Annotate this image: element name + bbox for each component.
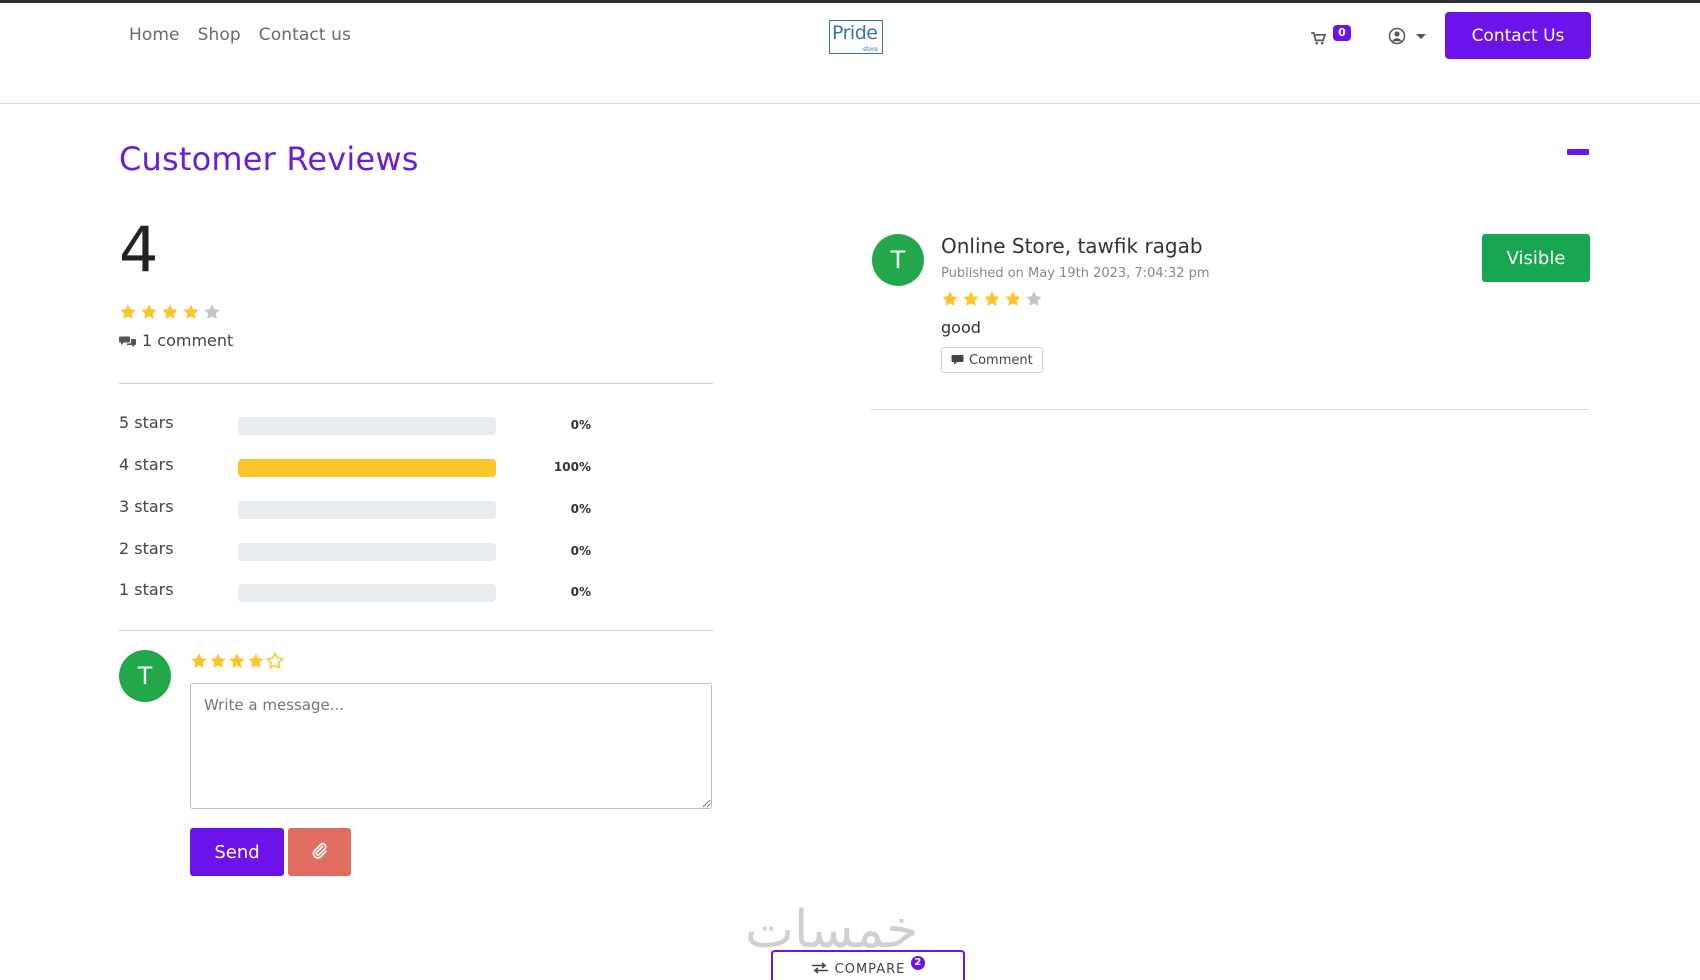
rating-row-label: 5 stars xyxy=(119,413,174,432)
star-filled-icon[interactable] xyxy=(228,652,246,670)
nav-link-contact[interactable]: Contact us xyxy=(259,25,351,45)
cart-button[interactable]: 0 xyxy=(1311,25,1351,49)
star-filled-icon xyxy=(942,291,958,306)
divider xyxy=(871,409,1589,410)
rating-bar-fill xyxy=(238,459,496,477)
rating-row-label: 1 stars xyxy=(119,580,174,599)
review-date: Published on May 19th 2023, 7:04:32 pm xyxy=(941,266,1210,281)
cart-icon xyxy=(1311,32,1326,45)
comment-button[interactable]: Comment xyxy=(941,347,1043,373)
star-empty-icon xyxy=(1026,291,1042,306)
attach-button[interactable] xyxy=(288,828,351,876)
compare-button[interactable]: COMPARE 2 xyxy=(771,950,965,980)
rating-row-label: 4 stars xyxy=(119,455,174,474)
rating-row-label: 2 stars xyxy=(119,539,174,558)
user-circle-icon xyxy=(1388,27,1406,45)
divider xyxy=(119,630,713,631)
rating-row-percent: 0% xyxy=(570,502,591,516)
comment-count-label: 1 comment xyxy=(142,331,234,350)
nav-link-shop[interactable]: Shop xyxy=(198,25,241,45)
comments-icon xyxy=(119,336,136,347)
rating-bar xyxy=(238,501,496,519)
collapse-icon[interactable] xyxy=(1567,149,1589,155)
star-filled-icon[interactable] xyxy=(190,652,208,670)
rating-row-label: 3 stars xyxy=(119,497,174,516)
rating-row: 1 stars 0% xyxy=(119,580,719,602)
nav-link-home[interactable]: Home xyxy=(129,25,180,45)
star-filled-icon xyxy=(963,291,979,306)
chevron-down-icon xyxy=(1416,34,1426,39)
rating-input-stars[interactable] xyxy=(190,652,284,670)
logo-text: Pride xyxy=(832,22,878,44)
review-author: Online Store, tawfik ragab xyxy=(941,234,1203,258)
visibility-toggle-button[interactable]: Visible xyxy=(1482,234,1590,282)
star-filled-icon xyxy=(120,304,136,319)
rating-bar xyxy=(238,543,496,561)
rating-row-percent: 0% xyxy=(570,418,591,432)
average-rating: 4 xyxy=(119,213,159,286)
send-button[interactable]: Send xyxy=(190,828,284,876)
exchange-icon xyxy=(811,962,828,974)
rating-row: 2 stars 0% xyxy=(119,539,719,561)
logo-subtext: store xyxy=(862,46,878,53)
star-empty-icon xyxy=(204,304,220,319)
rating-row-percent: 100% xyxy=(553,460,591,474)
star-filled-icon[interactable] xyxy=(247,652,265,670)
user-menu-dropdown[interactable] xyxy=(1388,26,1428,48)
compare-count-badge: 2 xyxy=(911,956,926,970)
paperclip-icon xyxy=(312,842,327,859)
star-filled-icon xyxy=(183,304,199,319)
comment-count: 1 comment xyxy=(119,331,233,350)
nav-links: Home Shop Contact us xyxy=(129,25,351,45)
star-filled-icon xyxy=(984,291,1000,306)
navbar: Home Shop Contact us Pride store 0 Conta… xyxy=(0,3,1700,104)
review-rating-stars xyxy=(941,290,1043,308)
average-rating-stars xyxy=(119,303,221,321)
rating-bar xyxy=(238,459,496,477)
star-filled-icon xyxy=(1005,291,1021,306)
cart-count-badge: 0 xyxy=(1333,25,1351,41)
review-text: good xyxy=(941,318,981,337)
store-logo[interactable]: Pride store xyxy=(829,20,883,54)
rating-bar xyxy=(238,584,496,602)
rating-row-percent: 0% xyxy=(570,585,591,599)
page-title: Customer Reviews xyxy=(119,140,419,178)
rating-row: 3 stars 0% xyxy=(119,497,719,519)
star-filled-icon xyxy=(162,304,178,319)
rating-row-percent: 0% xyxy=(570,544,591,558)
divider xyxy=(119,383,713,384)
star-filled-icon xyxy=(141,304,157,319)
star-filled-icon[interactable] xyxy=(209,652,227,670)
contact-us-button[interactable]: Contact Us xyxy=(1445,12,1591,59)
comment-icon xyxy=(951,355,964,365)
rating-row: 5 stars 0% xyxy=(119,413,719,435)
message-input[interactable] xyxy=(190,683,712,809)
avatar: T xyxy=(119,650,171,702)
rating-bar xyxy=(238,417,496,435)
reviewer-avatar: T xyxy=(872,234,924,286)
star-empty-icon[interactable] xyxy=(266,652,284,670)
rating-row: 4 stars 100% xyxy=(119,455,719,477)
comment-button-label: Comment xyxy=(969,352,1033,368)
